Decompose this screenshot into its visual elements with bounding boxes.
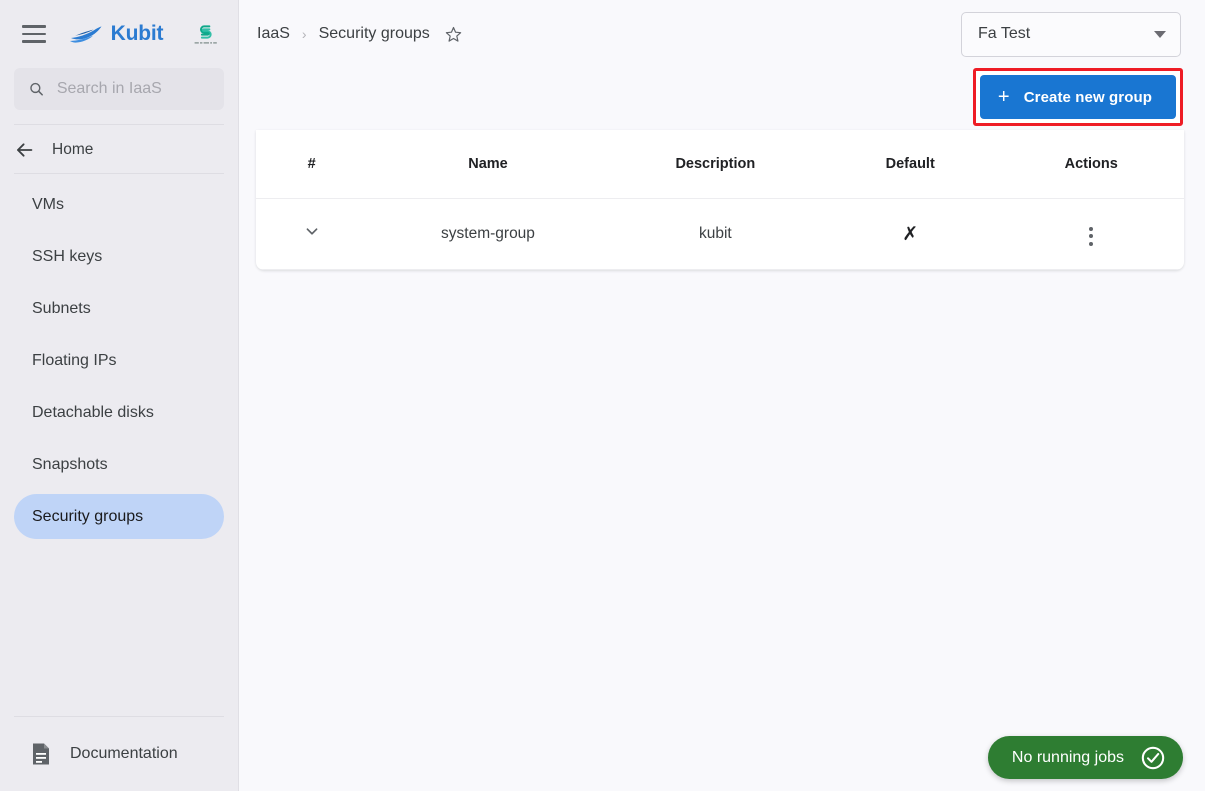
kebab-menu-icon[interactable] [1085,223,1097,250]
sidebar-search [0,68,238,110]
column-header-default: Default [822,130,999,199]
breadcrumb: IaaS › Security groups [257,25,463,44]
sidebar-item-label: VMs [32,195,64,213]
sidebar-item-home[interactable]: Home [0,127,238,173]
sidebar-nav: VMs SSH keys Subnets Floating IPs Detach… [0,174,238,546]
topbar: IaaS › Security groups Fa Test [239,0,1205,68]
table-header-row: # Name Description Default Actions [256,130,1184,199]
tenant-select[interactable]: Fa Test [961,11,1181,57]
sidebar-item-label: Subnets [32,299,91,317]
sidebar-item-vms[interactable]: VMs [14,182,224,227]
sidebar-item-documentation[interactable]: Documentation [0,717,238,791]
table-body: system-group kubit ✗ [256,198,1184,270]
security-groups-table: # Name Description Default Actions syste… [256,130,1184,270]
plus-icon: + [997,86,1010,108]
cross-mark-icon: ✗ [902,222,919,245]
create-new-group-button[interactable]: + Create new group [979,75,1176,119]
main-content: IaaS › Security groups Fa Test + Create … [239,0,1205,791]
action-bar: + Create new group [239,68,1205,126]
sidebar-item-label: Floating IPs [32,351,117,369]
running-jobs-label: No running jobs [1011,748,1124,766]
row-expand-cell [256,198,368,270]
row-description: kubit [608,198,823,270]
search-input[interactable] [56,80,210,98]
sidebar-item-floating-ips[interactable]: Floating IPs [14,338,224,383]
sidebar-item-ssh-keys[interactable]: SSH keys [14,234,224,279]
chevron-down-icon [1154,30,1166,38]
search-box[interactable] [14,68,224,110]
column-header-name: Name [367,130,609,199]
check-circle-icon [1141,746,1165,769]
sidebar-item-label: SSH keys [32,247,103,265]
topbar-right: Fa Test [961,11,1181,57]
home-label: Home [52,141,94,158]
breadcrumb-separator: › [301,26,307,42]
row-actions [998,198,1184,270]
column-header-actions: Actions [998,130,1184,199]
table-head: # Name Description Default Actions [256,130,1184,199]
column-header-description: Description [608,130,823,199]
table-row: system-group kubit ✗ [256,198,1184,270]
sidebar: Kubit Search in IaaS Home VMs SSH keys S… [0,0,239,791]
breadcrumb-item-security-groups[interactable]: Security groups [319,25,430,43]
column-header-index: # [256,130,368,199]
breadcrumb-item-iaas[interactable]: IaaS [257,25,290,43]
sidebar-item-subnets[interactable]: Subnets [14,286,224,331]
security-groups-table-card: # Name Description Default Actions syste… [256,130,1184,270]
chevron-down-icon[interactable] [302,221,322,246]
sidebar-item-security-groups[interactable]: Security groups [14,494,224,539]
brand-logo[interactable]: Kubit [40,22,192,46]
sidebar-header: Kubit [0,0,238,68]
sidebar-item-detachable-disks[interactable]: Detachable disks [14,390,224,435]
arrow-left-icon [17,143,33,157]
document-icon [33,743,49,765]
status-badge-running-jobs[interactable]: No running jobs [987,736,1183,779]
sidebar-item-snapshots[interactable]: Snapshots [14,442,224,487]
sidebar-item-label: Snapshots [32,455,108,473]
brand-name: Kubit [110,22,164,45]
create-new-group-label: Create new group [1023,88,1152,106]
row-default: ✗ [822,198,999,270]
app-root: Kubit Search in IaaS Home VMs SSH keys S… [0,0,1205,791]
star-outline-icon[interactable] [444,25,463,44]
create-new-group-highlight: + Create new group [972,68,1183,126]
boat-swoosh-icon [69,26,102,43]
tenant-select-value: Fa Test [978,25,1031,42]
row-name: system-group [367,198,609,270]
sidebar-item-label: Detachable disks [32,403,154,421]
documentation-label: Documentation [70,745,178,762]
tenant-s-logo-icon [192,19,220,49]
sidebar-item-label: Security groups [32,507,144,525]
search-icon [30,82,43,96]
sidebar-divider-top [14,124,224,125]
